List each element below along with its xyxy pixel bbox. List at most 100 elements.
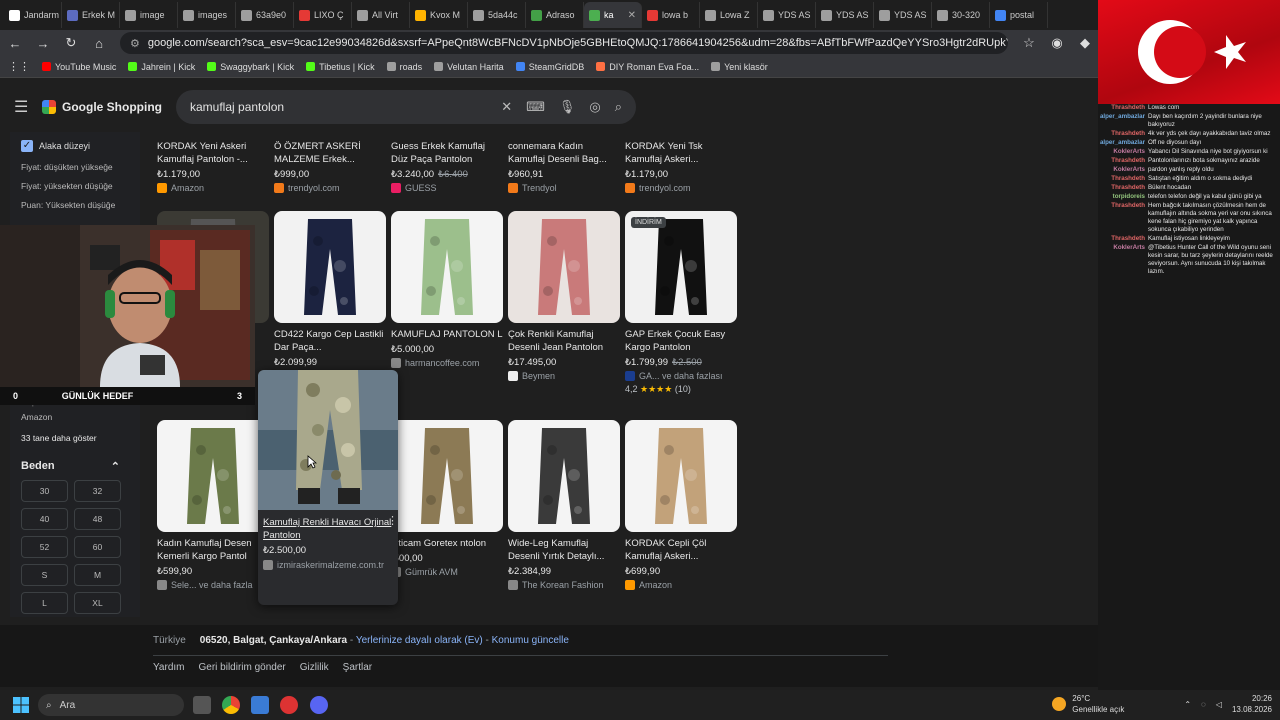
- browser-tab[interactable]: image: [120, 2, 178, 28]
- browser-tab[interactable]: All Virt: [352, 2, 410, 28]
- product-title[interactable]: Wide-Leg Kamuflaj Desenli Yırtık Detaylı…: [508, 537, 620, 563]
- size-option[interactable]: L: [21, 592, 68, 614]
- product-card[interactable]: Guess Erkek Kamuflaj Düz Paça Pantolon ₺3…: [391, 135, 503, 193]
- product-card[interactable]: KORDAK Yeni Askeri Kamuflaj Pantolon -..…: [157, 135, 269, 193]
- bookmark-item[interactable]: Velutan Harita: [434, 62, 504, 72]
- search-box[interactable]: kamuflaj pantolon ✕ ⌨ 🎙 ◎ ⌕: [176, 90, 636, 124]
- footer-link[interactable]: Yardım: [153, 662, 185, 673]
- product-title[interactable]: Kadın Kamuflaj Desen Kemerli Kargo Panto…: [157, 537, 269, 563]
- google-shopping-logo[interactable]: Google Shopping: [42, 100, 162, 114]
- bookmark-item[interactable]: DIY Roman Eva Foa...: [596, 62, 699, 72]
- size-option[interactable]: S: [21, 564, 68, 586]
- browser-tab[interactable]: Adraso: [526, 2, 584, 28]
- chat-username[interactable]: torpidoreis: [1098, 193, 1148, 201]
- app-icon[interactable]: [251, 696, 269, 714]
- search-query[interactable]: kamuflaj pantolon: [190, 100, 487, 114]
- browser-tab[interactable]: YDS AS: [874, 2, 932, 28]
- size-option[interactable]: 48: [74, 508, 121, 530]
- product-title[interactable]: KORDAK Yeni Tsk Kamuflaj Askeri...: [625, 140, 737, 166]
- product-title[interactable]: Guess Erkek Kamuflaj Düz Paça Pantolon: [391, 140, 503, 166]
- product-card[interactable]: connemara Kadın Kamuflaj Desenli Bag... ₺…: [508, 135, 620, 193]
- weather-widget[interactable]: 26°C Genellikle açık: [1052, 693, 1124, 715]
- size-option[interactable]: 52: [21, 536, 68, 558]
- size-option[interactable]: 40: [21, 508, 68, 530]
- product-title[interactable]: Çok Renkli Kamuflaj Desenli Jean Pantolo…: [508, 328, 620, 354]
- extension-icon[interactable]: ◉: [1050, 35, 1064, 51]
- browser-tab[interactable]: LIXO Ç: [294, 2, 352, 28]
- sort-price-desc[interactable]: Fiyat: yüksekten düşüğe: [10, 177, 140, 196]
- app-2-icon[interactable]: [280, 696, 298, 714]
- sort-relevance[interactable]: ✓ Alaka düzeyi: [10, 134, 140, 158]
- menu-icon[interactable]: ☰: [14, 97, 36, 117]
- browser-tab[interactable]: Lowa Z: [700, 2, 758, 28]
- product-card[interactable]: Ö ÖZMERT ASKERİ MALZEME Erkek... ₺999,00 t…: [274, 135, 386, 193]
- footer-link[interactable]: Gizlilik: [300, 662, 329, 673]
- product-image[interactable]: [508, 211, 620, 323]
- product-card[interactable]: KORDAK Yeni Tsk Kamuflaj Askeri... ₺1.179…: [625, 135, 737, 193]
- browser-tab[interactable]: 5da44c: [468, 2, 526, 28]
- chat-username[interactable]: Thrashdeth: [1098, 202, 1148, 234]
- store-filter-amazon[interactable]: Amazon: [10, 409, 140, 425]
- product-title[interactable]: CD422 Kargo Cep Lastikli Dar Paça...: [274, 328, 386, 354]
- browser-tab[interactable]: Erkek M: [62, 2, 120, 28]
- windows-start-icon[interactable]: [13, 697, 29, 713]
- clear-icon[interactable]: ✕: [501, 99, 512, 115]
- product-card[interactable]: İNDİRİM GAP Erkek Çocuk Easy Kargo Pantol…: [625, 211, 737, 395]
- product-image[interactable]: [157, 420, 269, 532]
- hover-product-card[interactable]: Kamuflaj Renkli Havacı Orjinal Pantolon …: [258, 370, 398, 605]
- product-card[interactable]: ulticam Goretex ntolon .500,00 Gümrük AVM: [391, 420, 503, 577]
- product-title[interactable]: KORDAK Yeni Askeri Kamuflaj Pantolon -..…: [157, 140, 269, 166]
- bookmark-star-icon[interactable]: ☆: [1022, 35, 1036, 51]
- chevron-up-icon[interactable]: ⌃: [1184, 700, 1191, 709]
- browser-tab[interactable]: YDS AS: [758, 2, 816, 28]
- sort-price-asc[interactable]: Fiyat: düşükten yükseğe: [10, 158, 140, 177]
- browser-tab[interactable]: postal: [990, 2, 1048, 28]
- product-title[interactable]: KAMUFLAJ PANTOLON L: [391, 328, 503, 341]
- footer-link[interactable]: Şartlar: [343, 662, 372, 673]
- chat-username[interactable]: alper_ambazlar: [1098, 113, 1148, 129]
- product-image[interactable]: [391, 420, 503, 532]
- url-bar[interactable]: ⚙ google.com/search?sca_esv=9cac12e99034…: [120, 32, 1008, 54]
- product-card[interactable]: Çok Renkli Kamuflaj Desenli Jean Pantolo…: [508, 211, 620, 381]
- more-options-icon[interactable]: ⋮: [387, 514, 398, 527]
- update-location-link[interactable]: Konumu güncelle: [492, 635, 569, 646]
- size-option[interactable]: 30: [21, 480, 68, 502]
- browser-tab[interactable]: 63a9e0: [236, 2, 294, 28]
- apps-grid-icon[interactable]: ⋮⋮: [8, 60, 30, 73]
- chat-username[interactable]: Thrashdeth: [1098, 130, 1148, 138]
- product-title[interactable]: KORDAK Cepli Çöl Kamuflaj Askeri...: [625, 537, 737, 563]
- reload-icon[interactable]: ↻: [64, 35, 78, 51]
- chat-username[interactable]: alper_ambazlar: [1098, 139, 1148, 147]
- task-view-icon[interactable]: [193, 696, 211, 714]
- product-image[interactable]: İNDİRİM: [625, 211, 737, 323]
- network-icon[interactable]: ◌: [1201, 700, 1206, 709]
- chat-username[interactable]: Thrashdeth: [1098, 235, 1148, 243]
- browser-tab[interactable]: images: [178, 2, 236, 28]
- browser-tab[interactable]: 30-320: [932, 2, 990, 28]
- chat-username[interactable]: Thrashdeth: [1098, 184, 1148, 192]
- browser-tab[interactable]: ka ✕: [584, 2, 642, 28]
- chat-username[interactable]: Thrashdeth: [1098, 175, 1148, 183]
- product-card[interactable]: KAMUFLAJ PANTOLON L ₺5.000,00 harmancoffee…: [391, 211, 503, 368]
- site-info-icon[interactable]: ⚙: [130, 37, 140, 50]
- bookmark-item[interactable]: YouTube Music: [42, 62, 116, 72]
- browser-tab[interactable]: Jandarm: [4, 2, 62, 28]
- taskbar-search[interactable]: ⌕ Ara: [38, 694, 184, 716]
- product-image[interactable]: [391, 211, 503, 323]
- sort-rating[interactable]: Puan: Yüksekten düşüğe: [10, 196, 140, 215]
- chat-username[interactable]: Thrashdeth: [1098, 157, 1148, 165]
- product-card[interactable]: Wide-Leg Kamuflaj Desenli Yırtık Detaylı…: [508, 420, 620, 590]
- lens-icon[interactable]: ◎: [589, 99, 600, 115]
- size-option[interactable]: XL: [74, 592, 121, 614]
- footer-location-note[interactable]: Yerlerinize dayalı olarak (Ev): [356, 635, 483, 646]
- clock[interactable]: 20:26 13.08.2026: [1232, 693, 1272, 715]
- product-card[interactable]: Kadın Kamuflaj Desen Kemerli Kargo Panto…: [157, 420, 269, 590]
- chrome-icon[interactable]: [222, 696, 240, 714]
- size-option[interactable]: 32: [74, 480, 121, 502]
- product-title[interactable]: Ö ÖZMERT ASKERİ MALZEME Erkek...: [274, 140, 386, 166]
- forward-icon[interactable]: →: [36, 36, 50, 51]
- chat-username[interactable]: KoklerArts: [1098, 244, 1148, 276]
- bookmark-item[interactable]: roads: [386, 62, 422, 72]
- bookmark-item[interactable]: SteamGridDB: [515, 62, 584, 72]
- discord-icon[interactable]: [310, 696, 328, 714]
